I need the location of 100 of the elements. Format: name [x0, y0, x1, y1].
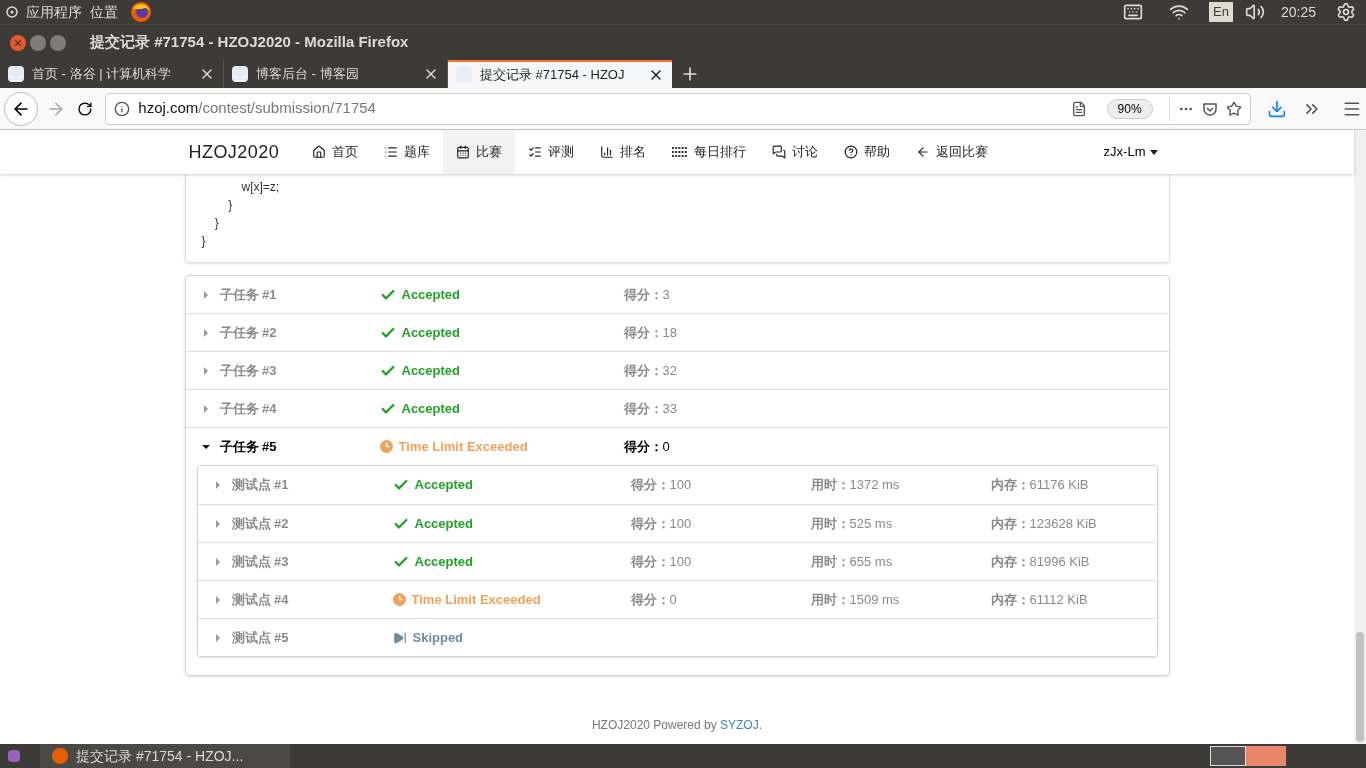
status-text: Accepted — [414, 514, 474, 533]
nav-item[interactable]: 比赛 — [443, 130, 516, 174]
panel-menu[interactable]: 位置 — [90, 1, 118, 23]
nav-item[interactable]: 返回比赛 — [903, 130, 1002, 174]
nav-item[interactable]: 每日排行 — [659, 130, 760, 174]
wifi-icon[interactable] — [1169, 2, 1190, 22]
info-icon[interactable] — [114, 100, 131, 117]
url: hzoj.com/contest/submission/71754 — [138, 98, 376, 119]
subtask-title: 子任务 #3 — [219, 361, 277, 380]
pocket-icon[interactable] — [1201, 100, 1218, 117]
show-desktop-icon[interactable] — [8, 750, 20, 762]
testcase-title: 测试点 #2 — [231, 514, 289, 533]
nav-item[interactable]: 帮助 — [831, 130, 904, 174]
status-text: Accepted — [414, 476, 474, 495]
caret-icon — [213, 557, 222, 566]
address-bar[interactable]: hzoj.com/contest/submission/71754 90% — [105, 92, 1251, 125]
testcase-row[interactable]: 测试点 #5 Skipped — [197, 618, 1157, 656]
nav-item[interactable]: 讨论 — [759, 130, 832, 174]
site-favicon-icon — [8, 66, 24, 82]
footer-link[interactable]: SYZOJ — [720, 718, 759, 732]
nav-item[interactable]: 首页 — [299, 130, 372, 174]
status-text: Accepted — [401, 285, 461, 304]
subtask-title: 子任务 #4 — [219, 399, 277, 418]
download-icon[interactable] — [1266, 98, 1287, 119]
subtask-row[interactable]: 子任务 #3 Accepted 得分：32 — [185, 352, 1169, 389]
panel-menu[interactable]: 应用程序 — [26, 1, 82, 23]
help-icon — [844, 145, 859, 159]
caret-icon — [213, 595, 222, 604]
subtask-row[interactable]: 子任务 #2 Accepted 得分：18 — [185, 314, 1169, 351]
code-line: } — [213, 215, 220, 232]
nav-item[interactable]: 评测 — [515, 130, 588, 174]
caret-icon[interactable] — [1149, 149, 1158, 155]
zoom-level[interactable]: 90% — [1106, 98, 1153, 119]
nav-item[interactable]: 题库 — [371, 130, 444, 174]
subtask-title: 子任务 #2 — [219, 323, 277, 342]
reload-icon[interactable] — [77, 100, 94, 117]
browser-logo-icon[interactable] — [130, 1, 152, 23]
scrollbar[interactable] — [1354, 130, 1366, 744]
reader-view-icon[interactable] — [1070, 100, 1087, 117]
memory-text: 内存：61112 KiB — [990, 591, 1088, 607]
clock-icon — [379, 440, 393, 453]
score-text: 得分：32 — [623, 361, 677, 380]
testcase-row[interactable]: 测试点 #3 Accepted 得分：100 用时：655 ms 内存：81996 KiB — [197, 542, 1157, 580]
close-icon — [13, 37, 23, 48]
clock[interactable]: 20:25 — [1280, 1, 1316, 23]
subtask-row[interactable]: 子任务 #5 Time Limit Exceeded 得分：0 — [185, 428, 1169, 465]
score-text: 得分：33 — [623, 399, 677, 418]
testcase-title: 测试点 #4 — [231, 590, 289, 609]
user-menu[interactable]: zJx-Lm — [1103, 142, 1146, 162]
memory-text: 内存：61176 KiB — [990, 477, 1089, 493]
taskbar-window[interactable]: 提交记录 #71754 - HZOJ... — [40, 744, 290, 768]
status-text: Accepted — [401, 323, 461, 342]
testcase-title: 测试点 #3 — [231, 552, 289, 571]
score-text: 得分：100 — [630, 553, 692, 569]
testcase-row[interactable]: 测试点 #1 Accepted 得分：100 用时：1372 ms 内存：61176 KiB — [197, 466, 1157, 504]
settings-icon[interactable] — [1336, 2, 1356, 22]
browser-tab[interactable]: 提交记录 #71754 - HZOJ — [448, 60, 672, 88]
testcase-row[interactable]: 测试点 #4 Time Limit Exceeded 得分：0 用时：1509 ms 内存：61112 KiB — [197, 580, 1157, 618]
score-text: 得分：100 — [630, 477, 692, 493]
score-text: 得分：3 — [623, 285, 670, 304]
back-arrow-icon — [916, 145, 931, 159]
tab-title: 首页 - 洛谷 | 计算机科学 — [32, 65, 173, 84]
status-text: Time Limit Exceeded — [411, 590, 541, 609]
status-text: Skipped — [412, 628, 464, 647]
ubuntu-logo-icon — [6, 6, 18, 18]
home-icon — [312, 145, 327, 159]
time-text: 用时：1509 ms — [810, 591, 900, 607]
subtask-row[interactable]: 子任务 #1 Accepted 得分：3 — [185, 276, 1169, 313]
status-text: Accepted — [414, 552, 474, 571]
nav-item[interactable]: 排名 — [587, 130, 660, 174]
comments-icon — [772, 145, 787, 159]
subtask-row[interactable]: 子任务 #4 Accepted 得分：33 — [185, 390, 1169, 427]
site-brand[interactable]: HZOJ2020 — [184, 138, 284, 166]
input-method-indicator[interactable]: En — [1209, 2, 1233, 22]
clock-icon — [392, 593, 406, 606]
minimize-window-button[interactable] — [30, 34, 46, 51]
code-line: } — [227, 197, 234, 214]
testcase-row[interactable]: 测试点 #2 Accepted 得分：100 用时：525 ms 内存：123628 KiB — [197, 504, 1157, 542]
caret-icon — [213, 481, 222, 489]
testcase-title: 测试点 #5 — [231, 628, 289, 647]
score-text: 得分：100 — [630, 515, 692, 531]
status-text: Accepted — [401, 399, 461, 418]
status-text: Accepted — [401, 361, 461, 380]
time-text: 用时：655 ms — [810, 553, 893, 569]
close-window-button[interactable] — [10, 34, 26, 51]
workspace-switcher-icon[interactable] — [1210, 746, 1246, 766]
tab-title: 提交记录 #71754 - HZOJ — [480, 66, 626, 85]
list-icon — [384, 145, 399, 159]
bookmark-star-icon[interactable] — [1225, 100, 1242, 117]
tab-title: 博客后台 - 博客园 — [256, 65, 360, 84]
checklist-icon — [528, 145, 543, 159]
status-text: Time Limit Exceeded — [398, 437, 528, 456]
subtask-title: 子任务 #5 — [219, 437, 277, 456]
maximize-window-button[interactable] — [50, 34, 66, 51]
footer-text: HZOJ2020 Powered by SYZOJ. — [591, 718, 763, 732]
memory-text: 内存：123628 KiB — [990, 515, 1097, 531]
back-button[interactable] — [4, 91, 38, 126]
code-line: } — [201, 233, 207, 250]
memory-text: 内存：81996 KiB — [990, 553, 1090, 569]
volume-icon[interactable] — [1244, 2, 1265, 22]
